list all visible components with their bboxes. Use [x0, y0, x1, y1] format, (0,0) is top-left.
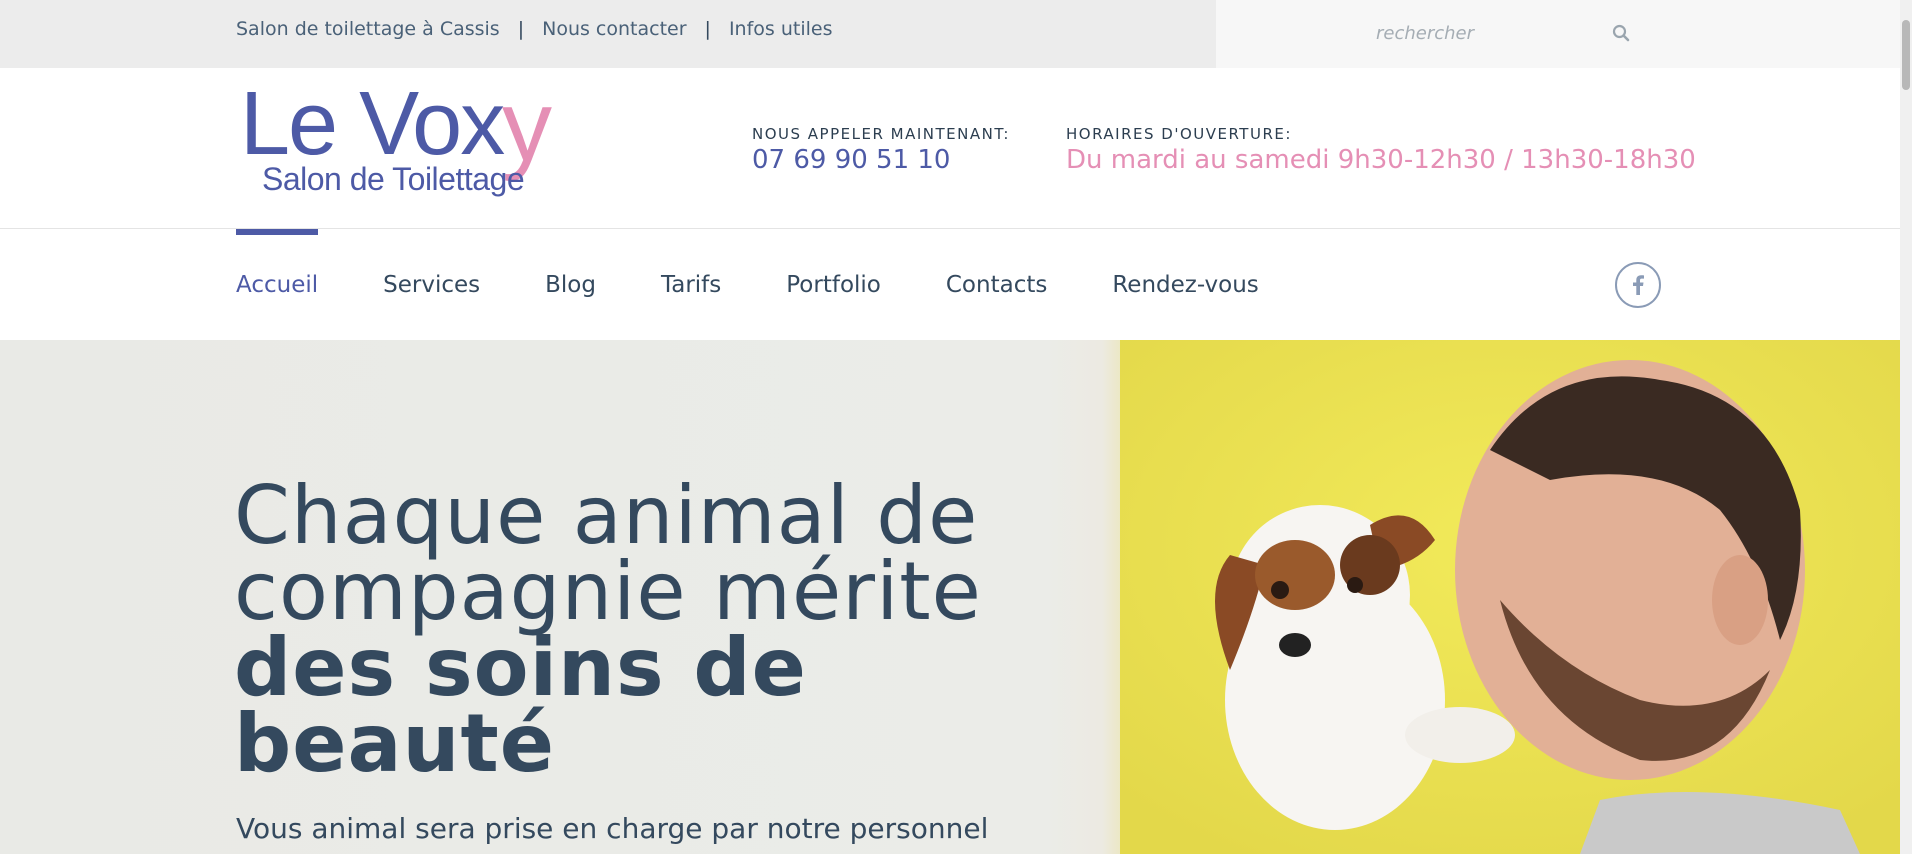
site-header: Le Vox y Salon de Toilettage NOUS APPELE…	[0, 68, 1900, 229]
hero-section: Chaque animal de compagnie mérite des so…	[0, 340, 1900, 854]
top-link-salon[interactable]: Salon de toilettage à Cassis	[236, 18, 500, 40]
hours-block: HORAIRES D'OUVERTURE: Du mardi au samedi…	[1066, 125, 1696, 175]
hero-title-bold: des soins de	[234, 621, 807, 714]
nav-item-blog[interactable]: Blog	[545, 229, 596, 340]
contact-label: NOUS APPELER MAINTENANT:	[752, 125, 1010, 143]
top-links: Salon de toilettage à Cassis | Nous cont…	[236, 18, 832, 40]
search-button[interactable]	[1606, 18, 1636, 48]
search-icon	[1612, 24, 1630, 42]
main-nav: Accueil Services Blog Tarifs Portfolio C…	[0, 229, 1900, 340]
phone-number[interactable]: 07 69 90 51 10	[752, 145, 1010, 175]
hero-title: Chaque animal de compagnie mérite des so…	[234, 469, 982, 790]
site-logo[interactable]: Le Vox y Salon de Toilettage	[240, 70, 570, 206]
top-bar: Salon de toilettage à Cassis | Nous cont…	[0, 0, 1900, 68]
scrollbar-thumb[interactable]	[1902, 20, 1910, 90]
separator: |	[704, 18, 711, 40]
hero-title-line: Chaque animal de	[234, 469, 979, 562]
nav-item-services[interactable]: Services	[383, 229, 480, 340]
facebook-icon	[1633, 275, 1644, 295]
search-box	[1216, 0, 1900, 68]
hero-subtitle: Vous animal sera prise en charge par not…	[236, 812, 989, 845]
hero-photo-man-with-puppy	[1120, 340, 1900, 854]
contact-block: NOUS APPELER MAINTENANT: 07 69 90 51 10	[752, 125, 1010, 175]
facebook-button[interactable]	[1615, 262, 1661, 308]
hours-label: HORAIRES D'OUVERTURE:	[1066, 125, 1292, 143]
logo-graphic: Le Vox y Salon de Toilettage	[240, 70, 552, 197]
top-link-contact[interactable]: Nous contacter	[542, 18, 686, 40]
page-scrollbar[interactable]	[1900, 0, 1912, 854]
nav-item-accueil[interactable]: Accueil	[236, 229, 319, 340]
separator: |	[517, 18, 525, 40]
hero-title-line: compagnie mérite	[234, 545, 982, 638]
search-input[interactable]	[1376, 18, 1586, 48]
top-link-infos[interactable]: Infos utiles	[729, 18, 833, 40]
nav-item-rendez-vous[interactable]: Rendez-vous	[1112, 229, 1258, 340]
nav-item-portfolio[interactable]: Portfolio	[786, 229, 881, 340]
hours-value: Du mardi au samedi 9h30-12h30 / 13h30-18…	[1066, 145, 1696, 175]
logo-tagline: Salon de Toilettage	[262, 161, 524, 197]
nav-item-contacts[interactable]: Contacts	[946, 229, 1047, 340]
nav-item-tarifs[interactable]: Tarifs	[661, 229, 721, 340]
hero-title-bold: beauté	[234, 697, 555, 790]
nav-items: Accueil Services Blog Tarifs Portfolio C…	[236, 229, 1324, 340]
